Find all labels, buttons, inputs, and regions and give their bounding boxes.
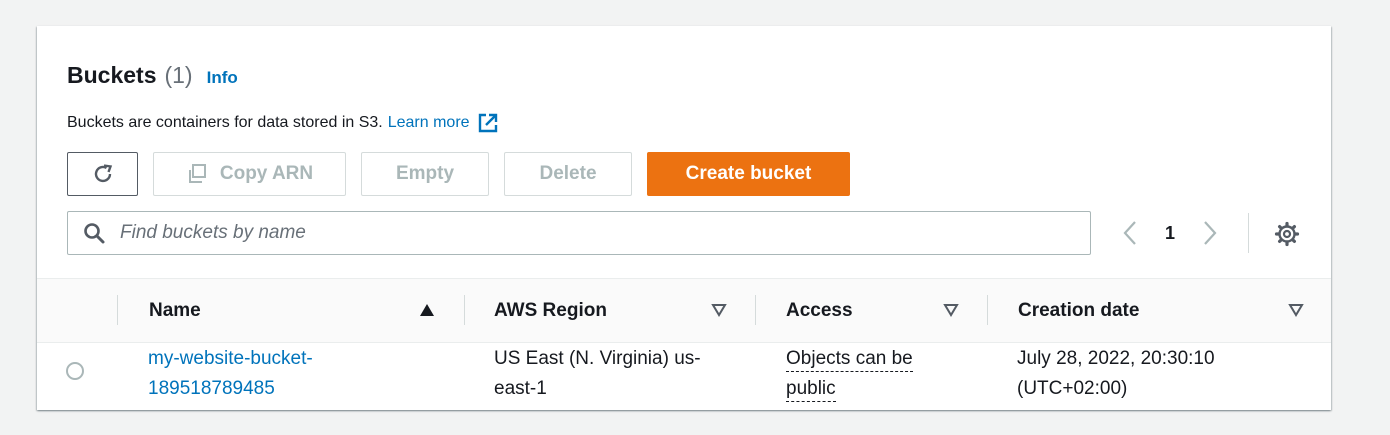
bucket-count: (1) — [164, 62, 193, 88]
bucket-name-link[interactable]: my-website-bucket-189518789485 — [148, 344, 378, 404]
learn-more-link[interactable]: Learn more — [388, 114, 470, 132]
sort-ascending-icon — [420, 304, 434, 316]
column-header-creation-date[interactable]: Creation date — [1018, 279, 1318, 342]
info-link[interactable]: Info — [207, 68, 238, 88]
column-divider — [464, 295, 465, 325]
refresh-button[interactable] — [67, 152, 138, 196]
column-header-access[interactable]: Access — [786, 279, 966, 342]
empty-button[interactable]: Empty — [361, 152, 489, 196]
previous-page-button[interactable] — [1117, 218, 1143, 248]
search-box[interactable] — [67, 211, 1091, 255]
buckets-panel: Buckets (1) Info Buckets are containers … — [37, 26, 1331, 410]
column-label-name: Name — [149, 299, 201, 321]
column-divider — [117, 295, 118, 325]
panel-header: Buckets (1) Info — [67, 62, 238, 89]
column-header-region[interactable]: AWS Region — [494, 279, 734, 342]
refresh-icon — [94, 164, 112, 183]
column-header-name[interactable]: Name — [149, 279, 449, 342]
bucket-region: US East (N. Virginia) us-east-1 — [494, 348, 701, 399]
column-divider — [987, 295, 988, 325]
toolbar-divider — [1248, 213, 1249, 253]
panel-description: Buckets are containers for data stored i… — [67, 112, 499, 134]
next-page-button[interactable] — [1197, 218, 1223, 248]
gear-icon[interactable] — [1273, 220, 1301, 248]
column-divider — [755, 295, 756, 325]
create-bucket-button[interactable]: Create bucket — [647, 152, 850, 196]
external-link-icon[interactable] — [477, 112, 499, 134]
sort-icon — [943, 304, 959, 317]
search-icon — [84, 223, 105, 244]
column-label-access: Access — [786, 299, 853, 321]
delete-label: Delete — [539, 163, 597, 184]
copy-arn-label: Copy ARN — [219, 163, 314, 184]
current-page-number[interactable]: 1 — [1165, 223, 1175, 244]
empty-label: Empty — [395, 163, 455, 184]
page-title: Buckets — [67, 62, 157, 88]
chevron-left-icon — [1123, 221, 1136, 245]
table-row: my-website-bucket-189518789485 US East (… — [37, 342, 1331, 410]
bucket-creation-date: July 28, 2022, 20:30:10 (UTC+02:00) — [1017, 348, 1215, 399]
sort-icon — [1288, 304, 1304, 317]
table-header: Name AWS Region Access Creation date — [37, 278, 1331, 343]
description-text: Buckets are containers for data stored i… — [67, 114, 383, 131]
pagination: 1 — [1117, 216, 1223, 250]
column-label-creation-date: Creation date — [1018, 299, 1140, 321]
copy-arn-button[interactable]: Copy ARN — [153, 152, 346, 196]
create-bucket-label: Create bucket — [685, 163, 812, 184]
bucket-access-text: Objects can be public — [786, 348, 913, 402]
chevron-right-icon — [1204, 221, 1217, 245]
sort-icon — [711, 304, 727, 317]
column-label-region: AWS Region — [494, 299, 607, 321]
delete-button[interactable]: Delete — [504, 152, 632, 196]
bucket-access[interactable]: Objects can be public — [786, 344, 958, 404]
copy-icon — [188, 164, 206, 183]
search-input[interactable] — [118, 221, 1022, 245]
row-select-radio[interactable] — [66, 362, 84, 380]
